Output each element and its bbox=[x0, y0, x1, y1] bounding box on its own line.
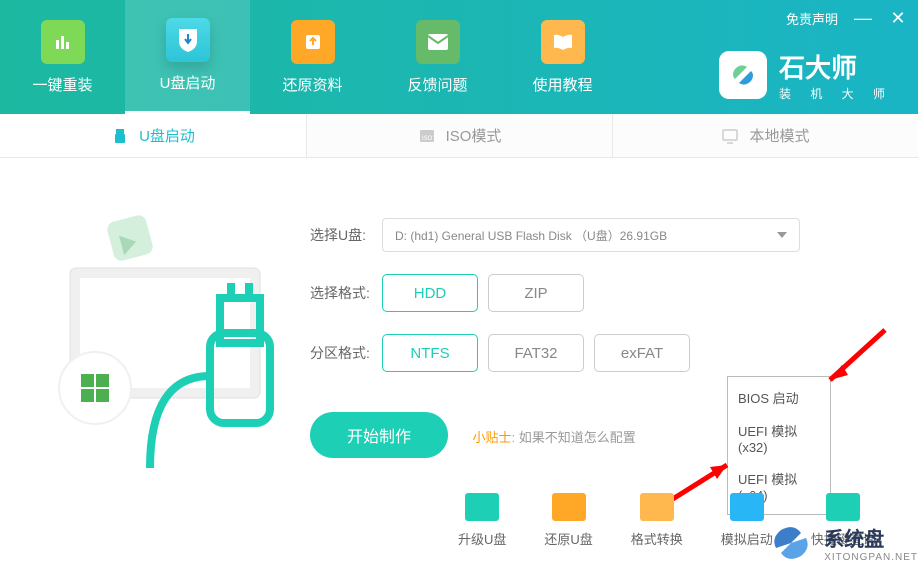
partition-option-exfat[interactable]: exFAT bbox=[594, 334, 690, 372]
dropdown-item-bios[interactable]: BIOS 启动 bbox=[728, 381, 830, 414]
brand-subtitle: 装 机 大 师 bbox=[779, 85, 893, 102]
tip-text: 如果不知道怎么配置 bbox=[519, 430, 636, 445]
minimize-button[interactable]: — bbox=[853, 8, 873, 29]
start-button[interactable]: 开始制作 bbox=[310, 412, 448, 458]
simulate-icon bbox=[730, 493, 764, 521]
nav-label: 还原资料 bbox=[282, 74, 342, 95]
monitor-icon bbox=[721, 127, 739, 145]
usb-icon bbox=[111, 127, 129, 145]
format-option-zip[interactable]: ZIP bbox=[488, 274, 584, 312]
nav-label: 反馈问题 bbox=[407, 74, 467, 95]
close-button[interactable]: ✕ bbox=[888, 8, 908, 29]
nav-label: U盘启动 bbox=[160, 72, 216, 93]
partition-option-ntfs[interactable]: NTFS bbox=[382, 334, 478, 372]
svg-text:ISO: ISO bbox=[422, 136, 433, 142]
partition-label: 分区格式: bbox=[310, 343, 382, 363]
tab-label: ISO模式 bbox=[446, 125, 502, 146]
tool-label: 升级U盘 bbox=[458, 529, 506, 548]
mode-tabs: U盘启动 ISO ISO模式 本地模式 bbox=[0, 114, 918, 158]
mail-icon bbox=[416, 20, 460, 64]
titlebar: 免责声明 — ✕ bbox=[786, 8, 908, 29]
tab-usb-boot[interactable]: U盘启动 bbox=[0, 114, 306, 157]
tab-label: U盘启动 bbox=[139, 125, 195, 146]
bars-icon bbox=[41, 20, 85, 64]
nav-reinstall[interactable]: 一键重装 bbox=[0, 0, 125, 114]
watermark-url: XITONGPAN.NET bbox=[824, 552, 918, 563]
tab-label: 本地模式 bbox=[749, 125, 809, 146]
tool-format-convert[interactable]: 格式转换 bbox=[631, 493, 683, 548]
nav-usb-boot[interactable]: U盘启动 bbox=[125, 0, 250, 114]
partition-option-fat32[interactable]: FAT32 bbox=[488, 334, 584, 372]
format-label: 选择格式: bbox=[310, 283, 382, 303]
brand-logo-icon bbox=[719, 51, 767, 99]
restore-icon bbox=[291, 20, 335, 64]
convert-icon bbox=[640, 493, 674, 521]
annotation-arrow-icon bbox=[820, 325, 888, 385]
tool-simulate-boot[interactable]: 模拟启动 bbox=[721, 493, 773, 548]
usb-shield-icon bbox=[166, 18, 210, 62]
watermark-logo-icon bbox=[766, 518, 816, 568]
watermark: 系统盘 XITONGPAN.NET bbox=[766, 518, 918, 568]
nav-label: 一键重装 bbox=[32, 74, 92, 95]
keyboard-icon bbox=[826, 493, 860, 521]
usb-restore-icon bbox=[552, 493, 586, 521]
tool-label: 模拟启动 bbox=[721, 529, 773, 548]
dropdown-item-uefi32[interactable]: UEFI 模拟(x32) bbox=[728, 414, 830, 462]
header: 免责声明 — ✕ 一键重装 U盘启动 还原资料 反馈问题 bbox=[0, 0, 918, 114]
format-option-hdd[interactable]: HDD bbox=[382, 274, 478, 312]
tool-label: 格式转换 bbox=[631, 529, 683, 548]
main-nav: 一键重装 U盘启动 还原资料 反馈问题 使用教程 bbox=[0, 0, 625, 114]
tool-restore-usb[interactable]: 还原U盘 bbox=[544, 493, 592, 548]
brand-title: 石大师 bbox=[779, 48, 893, 85]
tool-label: 还原U盘 bbox=[544, 529, 592, 548]
usb-upgrade-icon bbox=[465, 493, 499, 521]
nav-label: 使用教程 bbox=[532, 74, 592, 95]
tool-upgrade-usb[interactable]: 升级U盘 bbox=[458, 493, 506, 548]
nav-feedback[interactable]: 反馈问题 bbox=[375, 0, 500, 114]
illustration bbox=[40, 188, 280, 468]
usb-select-label: 选择U盘: bbox=[310, 225, 382, 245]
tab-iso[interactable]: ISO ISO模式 bbox=[306, 114, 612, 157]
usb-select[interactable]: D: (hd1) General USB Flash Disk （U盘）26.9… bbox=[382, 218, 800, 252]
usb-select-value: D: (hd1) General USB Flash Disk （U盘）26.9… bbox=[395, 227, 667, 244]
brand: 石大师 装 机 大 师 bbox=[719, 48, 893, 102]
chevron-down-icon bbox=[777, 232, 787, 238]
tab-local[interactable]: 本地模式 bbox=[612, 114, 918, 157]
tip-label: 小贴士: bbox=[472, 430, 515, 445]
nav-restore[interactable]: 还原资料 bbox=[250, 0, 375, 114]
nav-tutorial[interactable]: 使用教程 bbox=[500, 0, 625, 114]
book-icon bbox=[541, 20, 585, 64]
disclaimer-link[interactable]: 免责声明 bbox=[786, 9, 838, 28]
iso-icon: ISO bbox=[418, 127, 436, 145]
watermark-text: 系统盘 bbox=[824, 523, 918, 552]
